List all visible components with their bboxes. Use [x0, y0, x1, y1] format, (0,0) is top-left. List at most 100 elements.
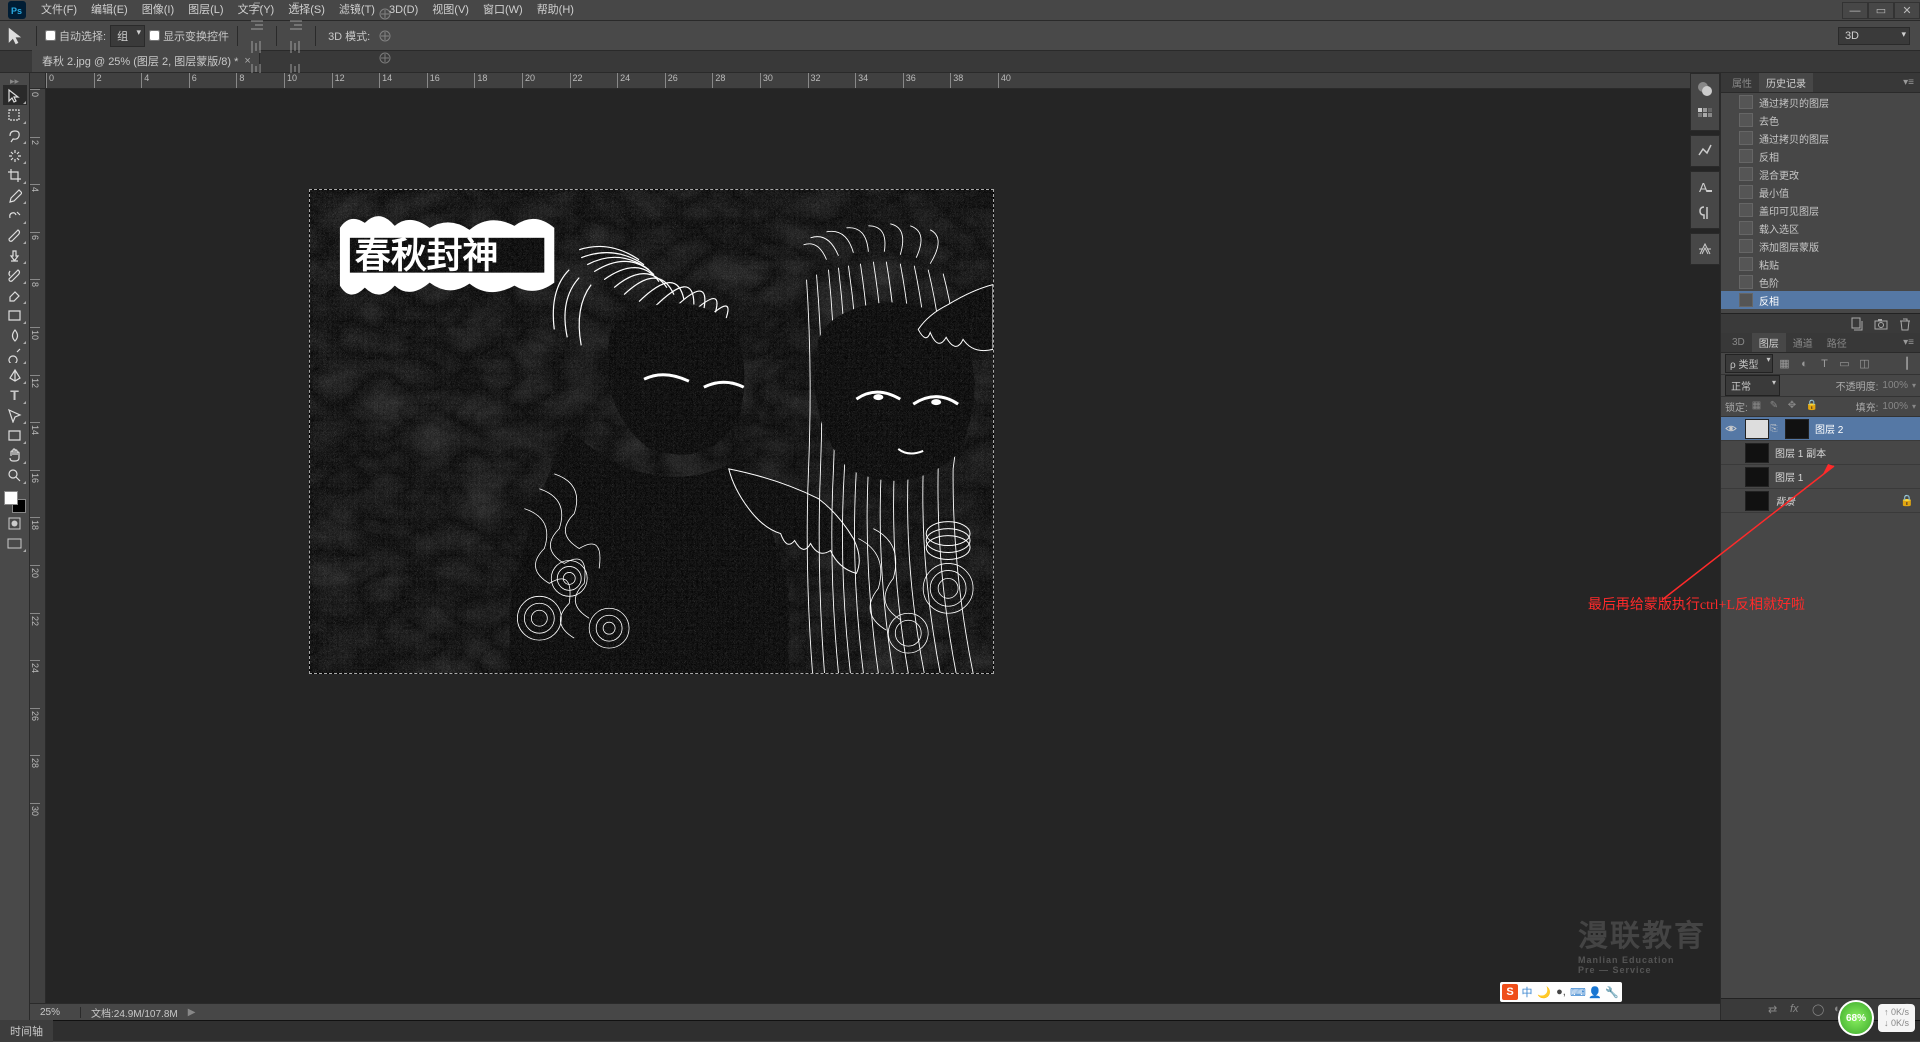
visibility-toggle[interactable] [1723, 421, 1739, 437]
shape-tool[interactable] [3, 425, 27, 445]
ruler-vertical[interactable]: 024681012141618202224262830 [30, 89, 46, 1020]
3d-mode-btn-1[interactable] [374, 3, 396, 25]
filter-shape-icon[interactable]: ▭ [1835, 356, 1853, 372]
properties-tab[interactable]: 属性 [1725, 73, 1759, 92]
ruler-horizontal[interactable]: 0246810121416182022242628303234363840 [46, 73, 1720, 89]
color-swatches[interactable] [4, 491, 26, 513]
ime-zh-icon[interactable]: 中 [1519, 984, 1535, 1000]
align-btn-2[interactable] [246, 14, 268, 36]
history-brush-tool[interactable] [3, 265, 27, 285]
crop-tool[interactable] [3, 165, 27, 185]
gradient-tool[interactable] [3, 305, 27, 325]
filter-text-icon[interactable]: T [1815, 356, 1833, 372]
3d-mode-btn-3[interactable] [374, 47, 396, 69]
menu-窗口W[interactable]: 窗口(W) [476, 4, 530, 16]
eyedropper-tool[interactable] [3, 185, 27, 205]
wand-tool[interactable] [3, 145, 27, 165]
menu-编辑E[interactable]: 编辑(E) [84, 4, 135, 16]
opacity-value[interactable]: 100% [1882, 380, 1908, 391]
zoom-level[interactable]: 25% [30, 1007, 81, 1018]
history-step[interactable]: 粘贴 [1721, 255, 1920, 273]
doc-info[interactable]: 文档:24.9M/107.8M [81, 1005, 188, 1020]
snapshot-icon[interactable] [1874, 317, 1888, 331]
swatches-panel-button[interactable] [1691, 102, 1719, 128]
info-expand-icon[interactable]: ▶ [188, 1007, 196, 1018]
healing-tool[interactable] [3, 205, 27, 225]
menu-帮助H[interactable]: 帮助(H) [530, 4, 581, 16]
auto-select-checkbox[interactable]: 自动选择: [45, 28, 106, 44]
mask-thumbnail[interactable] [1785, 419, 1809, 439]
dodge-tool[interactable] [3, 345, 27, 365]
menu-文件F[interactable]: 文件(F) [34, 4, 84, 16]
distribute-btn-1[interactable] [285, 0, 307, 14]
filter-smart-icon[interactable]: ◫ [1855, 356, 1873, 372]
fill-value[interactable]: 100% [1882, 401, 1908, 412]
close-button[interactable]: ✕ [1894, 2, 1920, 19]
lock-pixels-icon[interactable]: ✎ [1770, 400, 1784, 414]
panel-grip-icon[interactable]: ▸▸ [2, 77, 28, 85]
ime-punct-icon[interactable]: ●, [1553, 984, 1569, 1000]
network-speed-widget[interactable]: 68% ↑ 0K/s ↓ 0K/s [1838, 1000, 1915, 1036]
ime-person-icon[interactable]: 👤 [1587, 984, 1603, 1000]
layers-tab-通道[interactable]: 通道 [1786, 333, 1820, 352]
lock-transparency-icon[interactable]: ▦ [1752, 400, 1766, 414]
history-step[interactable]: 添加图层蒙版 [1721, 237, 1920, 255]
align-btn-3[interactable] [246, 36, 268, 58]
menu-视图V[interactable]: 视图(V) [425, 4, 476, 16]
document-tab[interactable]: 春秋 2.jpg @ 25% (图层 2, 图层蒙版/8) * × [32, 50, 260, 72]
trash-icon[interactable] [1898, 317, 1912, 331]
filter-toggle-icon[interactable]: ┃ [1898, 356, 1916, 372]
character-panel-button[interactable]: A [1691, 174, 1719, 200]
layers-tab-路径[interactable]: 路径 [1820, 333, 1854, 352]
history-step[interactable]: 色阶 [1721, 273, 1920, 291]
move-tool-icon[interactable] [6, 25, 28, 47]
zoom-tool[interactable] [3, 465, 27, 485]
ime-tool-icon[interactable]: 🔧 [1604, 984, 1620, 1000]
layer-name[interactable]: 图层 1 副本 [1775, 445, 1826, 460]
history-tab[interactable]: 历史记录 [1759, 73, 1813, 92]
show-transform-checkbox[interactable]: 显示变换控件 [149, 28, 229, 44]
minimize-button[interactable]: — [1842, 2, 1868, 19]
menu-图像I[interactable]: 图像(I) [135, 4, 181, 16]
adjustments-panel-button[interactable] [1691, 138, 1719, 164]
link-layers-icon[interactable]: ⇄ [1768, 1003, 1782, 1017]
mask-link-icon[interactable]: ⎘ [1769, 423, 1779, 434]
ruler-origin[interactable] [30, 73, 46, 89]
history-step[interactable]: 反相 [1721, 147, 1920, 165]
history-step[interactable]: 混合更改 [1721, 165, 1920, 183]
layers-panel-menu-icon[interactable]: ▾≡ [1897, 337, 1920, 348]
lock-all-icon[interactable]: 🔒 [1806, 400, 1820, 414]
brush-tool[interactable] [3, 225, 27, 245]
filter-kind-dropdown[interactable]: ρ 类型 [1725, 354, 1773, 373]
align-btn-1[interactable] [246, 0, 268, 14]
history-step[interactable]: 载入选区 [1721, 219, 1920, 237]
distribute-btn-3[interactable] [285, 36, 307, 58]
paragraph-panel-button[interactable] [1691, 200, 1719, 226]
pen-tool[interactable] [3, 365, 27, 385]
canvas-area[interactable]: 0246810121416182022242628303234363840 02… [30, 73, 1720, 1020]
distribute-btn-2[interactable] [285, 14, 307, 36]
3d-mode-btn-2[interactable] [374, 25, 396, 47]
path-tool[interactable] [3, 405, 27, 425]
layer-name[interactable]: 图层 2 [1815, 421, 1843, 436]
panel-menu-icon[interactable]: ▾≡ [1897, 77, 1920, 88]
quickmask-button[interactable] [3, 513, 27, 533]
canvas-document[interactable]: 春秋封神 [309, 189, 994, 674]
history-step[interactable]: 去色 [1721, 111, 1920, 129]
create-document-icon[interactable] [1850, 317, 1864, 331]
layer-thumbnail[interactable] [1745, 419, 1769, 439]
maximize-button[interactable]: ▭ [1868, 2, 1894, 19]
ime-toolbar[interactable]: S 中 🌙 ●, ⌨ 👤 🔧 [1500, 982, 1622, 1002]
visibility-toggle[interactable] [1723, 445, 1739, 461]
layer-row[interactable]: ⎘ 图层 2 [1721, 417, 1920, 441]
blur-tool[interactable] [3, 325, 27, 345]
layers-tab-图层[interactable]: 图层 [1752, 333, 1786, 352]
screenmode-button[interactable] [3, 533, 27, 553]
ime-moon-icon[interactable]: 🌙 [1536, 984, 1552, 1000]
history-step[interactable]: 通过拷贝的图层 [1721, 129, 1920, 147]
menu-图层L[interactable]: 图层(L) [181, 4, 230, 16]
filter-adjust-icon[interactable]: ◐ [1795, 356, 1813, 372]
history-step[interactable]: 通过拷贝的图层 [1721, 93, 1920, 111]
lock-position-icon[interactable]: ✥ [1788, 400, 1802, 414]
timeline-tab[interactable]: 时间轴 [0, 1020, 53, 1042]
